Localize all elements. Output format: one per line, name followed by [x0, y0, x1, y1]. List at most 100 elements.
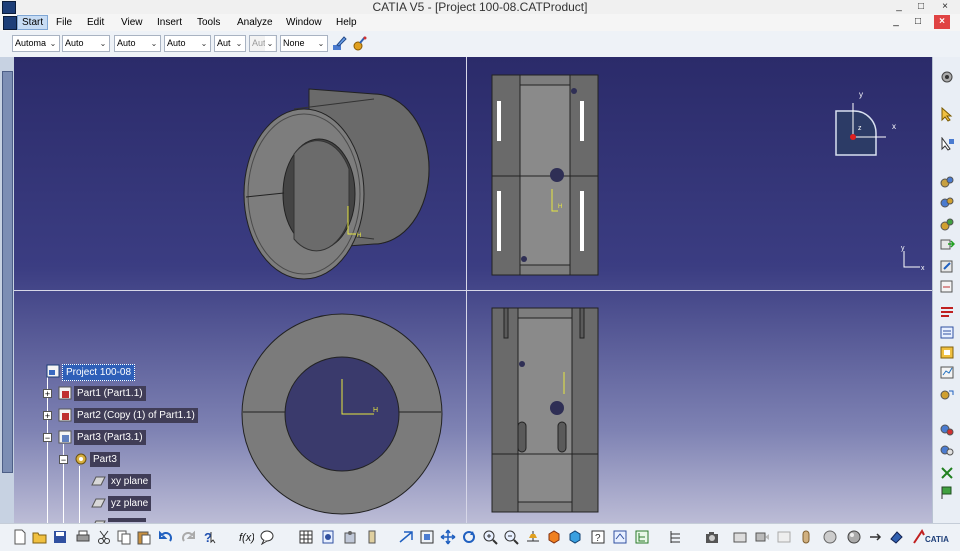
- gears-icon[interactable]: [939, 175, 955, 190]
- hide-show-icon[interactable]: ?: [590, 529, 606, 545]
- screenshot-icon[interactable]: [776, 529, 792, 545]
- reset-icon[interactable]: [939, 465, 955, 480]
- material-icon[interactable]: [846, 529, 862, 545]
- open-icon[interactable]: [32, 529, 48, 545]
- copy-icon[interactable]: [116, 529, 132, 545]
- rotate-icon[interactable]: [461, 529, 477, 545]
- explode-icon[interactable]: [939, 259, 955, 274]
- comment-icon[interactable]: [259, 529, 275, 545]
- layer-mode-combo[interactable]: Aut ⌄: [249, 35, 277, 52]
- isometric-part-view[interactable]: H: [224, 79, 464, 289]
- tree-node-label[interactable]: Part3 (Part3.1): [74, 430, 146, 445]
- left-scrollbar[interactable]: [0, 57, 15, 523]
- compass-icon[interactable]: [939, 69, 955, 84]
- video-icon[interactable]: [754, 529, 770, 545]
- camera-icon[interactable]: [704, 529, 720, 545]
- menu-start[interactable]: Start: [17, 15, 49, 30]
- tree-node-label[interactable]: Part1 (Part1.1): [74, 386, 146, 401]
- table-icon[interactable]: [298, 529, 314, 545]
- new-icon[interactable]: [12, 529, 28, 545]
- annotation-icon[interactable]: [939, 305, 955, 320]
- front-elevation-view[interactable]: H: [484, 71, 614, 281]
- arrow-icon[interactable]: [868, 529, 884, 545]
- iso-view-icon[interactable]: [546, 529, 562, 545]
- menu-insert[interactable]: Insert: [157, 16, 182, 29]
- environment-icon[interactable]: [822, 529, 838, 545]
- snap-icon[interactable]: [939, 137, 955, 152]
- doc-close-button[interactable]: ×: [934, 15, 950, 29]
- doc-maximize-button[interactable]: □: [910, 15, 926, 29]
- fit-all-icon[interactable]: [419, 529, 435, 545]
- catalog-browser-icon[interactable]: [320, 529, 336, 545]
- line-thickness-combo[interactable]: Auto ⌄: [114, 35, 161, 52]
- left-scrollbar-thumb[interactable]: [2, 71, 13, 473]
- cut-icon[interactable]: [96, 529, 112, 545]
- macro-icon[interactable]: [342, 529, 358, 545]
- tree-node-label-clipped[interactable]: [108, 518, 146, 522]
- tree-node-label[interactable]: Part3: [90, 452, 120, 467]
- line-type-combo[interactable]: Auto ⌄: [164, 35, 211, 52]
- point-type-combo[interactable]: Aut ⌄: [214, 35, 246, 52]
- sections-icon[interactable]: [939, 443, 955, 458]
- paste-icon[interactable]: [136, 529, 152, 545]
- paint-icon[interactable]: [888, 529, 904, 545]
- catalog-icon[interactable]: [939, 325, 955, 340]
- collapse-icon[interactable]: −: [43, 433, 52, 443]
- graphic-properties-icon[interactable]: [351, 35, 368, 52]
- normal-view-icon[interactable]: [525, 529, 541, 545]
- menu-help[interactable]: Help: [336, 16, 357, 29]
- measure-tool-icon[interactable]: [364, 529, 380, 545]
- save-icon[interactable]: [52, 529, 68, 545]
- transparency-combo[interactable]: Auto ⌄: [62, 35, 110, 52]
- whats-this-icon[interactable]: ?: [202, 529, 218, 545]
- menu-window[interactable]: Window: [286, 16, 322, 29]
- zoom-in-icon[interactable]: [482, 529, 498, 545]
- tree-root-label[interactable]: Project 100-08: [62, 364, 136, 381]
- fly-icon[interactable]: [398, 529, 414, 545]
- menu-file[interactable]: File: [56, 16, 72, 29]
- layer-combo[interactable]: None ⌄: [280, 35, 328, 52]
- 3d-viewport[interactable]: H H y x z y x H Project 100-08 + Part1 (…: [14, 57, 932, 523]
- print-icon[interactable]: [75, 529, 91, 545]
- tree-node-label[interactable]: Part2 (Copy (1) of Part1.1): [74, 408, 198, 423]
- zoom-out-icon[interactable]: [503, 529, 519, 545]
- side-elevation-view[interactable]: [484, 304, 614, 519]
- tree-node-label[interactable]: xy plane: [108, 474, 152, 489]
- measure-icon[interactable]: [939, 279, 955, 294]
- capture-icon[interactable]: [732, 529, 748, 545]
- select-icon[interactable]: [939, 107, 955, 122]
- format-painter-icon[interactable]: [331, 35, 348, 52]
- formula-icon[interactable]: f(x): [238, 529, 254, 545]
- close-window-button[interactable]: ×: [934, 0, 956, 14]
- assembly-icon[interactable]: [939, 195, 955, 210]
- document-icon[interactable]: [3, 16, 17, 30]
- minimize-button[interactable]: _: [888, 0, 910, 14]
- expand-icon[interactable]: +: [43, 389, 52, 399]
- tree-node-label[interactable]: yz plane: [108, 496, 152, 511]
- doc-minimize-button[interactable]: _: [888, 15, 904, 29]
- analysis-icon[interactable]: [939, 365, 955, 380]
- compass-widget[interactable]: y x z: [826, 85, 926, 165]
- maximize-button[interactable]: □: [910, 0, 932, 14]
- undo-icon[interactable]: [158, 529, 174, 545]
- swap-visible-icon[interactable]: [612, 529, 628, 545]
- tree-view-icon[interactable]: [634, 529, 650, 545]
- color-combo[interactable]: Automa ⌄: [12, 35, 60, 52]
- clash-icon[interactable]: [939, 422, 955, 437]
- top-plan-view[interactable]: H: [240, 312, 445, 517]
- pan-icon[interactable]: [440, 529, 456, 545]
- menu-edit[interactable]: Edit: [87, 16, 104, 29]
- constraint-icon[interactable]: [939, 217, 955, 232]
- annotation-flag-icon[interactable]: [939, 485, 955, 500]
- menu-view[interactable]: View: [121, 16, 143, 29]
- move-icon[interactable]: [939, 237, 955, 252]
- collapse-icon[interactable]: −: [59, 455, 68, 465]
- render-style-icon[interactable]: [567, 529, 583, 545]
- properties-icon[interactable]: [939, 345, 955, 360]
- scene-icon[interactable]: [939, 387, 955, 402]
- specification-icon[interactable]: [668, 529, 684, 545]
- expand-icon[interactable]: +: [43, 411, 52, 421]
- menu-analyze[interactable]: Analyze: [237, 16, 273, 29]
- redo-icon[interactable]: [180, 529, 196, 545]
- light-icon[interactable]: [798, 529, 814, 545]
